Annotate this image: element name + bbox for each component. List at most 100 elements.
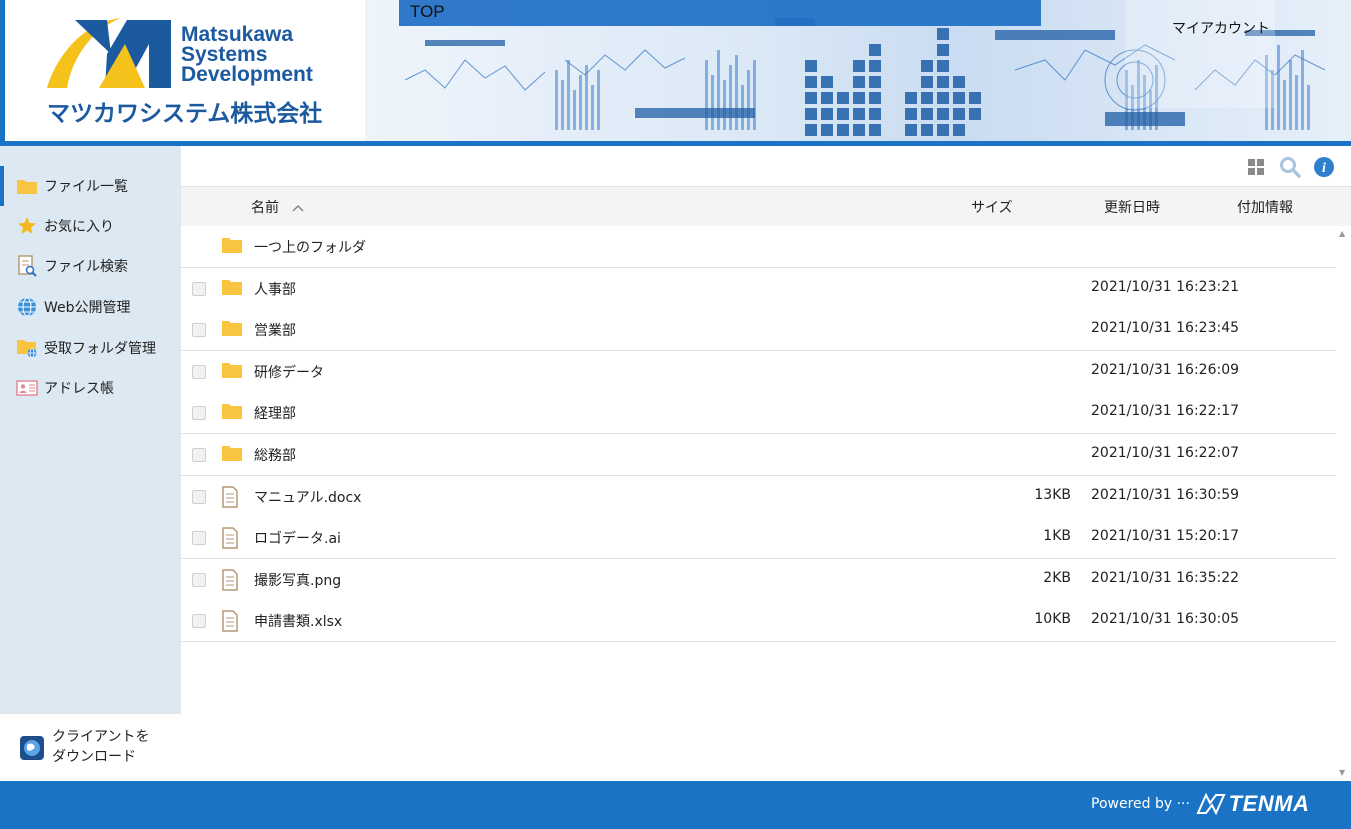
file-row[interactable]: 人事部 2021/10/31 16:23:21 [181, 268, 1336, 310]
file-row[interactable]: 総務部 2021/10/31 16:22:07 [181, 434, 1336, 476]
sidebar-item-label: ファイル検索 [44, 259, 128, 275]
file-name[interactable]: 人事部 [254, 279, 296, 299]
my-account-link[interactable]: マイアカウント [1172, 18, 1270, 38]
info-icon[interactable]: i [1313, 156, 1335, 178]
logo-japanese-name: マツカワシステム株式会社 [47, 101, 323, 127]
file-name[interactable]: 営業部 [254, 320, 296, 340]
row-checkbox[interactable] [192, 614, 206, 628]
sidebar-item-web-publish[interactable]: Web公開管理 [0, 287, 181, 327]
file-modified-date: 2021/10/31 16:30:05 [1091, 611, 1240, 627]
column-name-label: 名前 [251, 200, 279, 216]
file-name[interactable]: 経理部 [254, 403, 296, 423]
file-row[interactable]: 研修データ 2021/10/31 16:26:09 [181, 351, 1336, 393]
sidebar: ファイル一覧 お気に入り ファイル検索 Web公開管理 受取フォルダ管理 アドレ… [0, 146, 181, 782]
sidebar-item-label: 受取フォルダ管理 [44, 341, 156, 357]
logo-line-3: Development [181, 63, 313, 86]
file-modified-date: 2021/10/31 16:35:22 [1091, 570, 1240, 586]
file-modified-date: 2021/10/31 16:26:09 [1091, 362, 1240, 378]
star-icon [16, 216, 38, 236]
file-size: 1KB [1043, 528, 1071, 544]
file-modified-date: 2021/10/31 16:23:21 [1091, 279, 1240, 295]
client-globe-icon [20, 736, 44, 764]
file-toolbar: i [181, 146, 1351, 186]
document-icon [221, 569, 243, 591]
file-name[interactable]: 一つ上のフォルダ [254, 237, 366, 257]
app-header: Matsukawa Systems Development マツカワシステム株式… [0, 0, 1351, 146]
folder-icon [16, 176, 38, 196]
sidebar-item-receive-folder[interactable]: 受取フォルダ管理 [0, 328, 181, 368]
scroll-up-arrow-icon[interactable]: ▲ [1339, 229, 1345, 238]
file-name[interactable]: 研修データ [254, 362, 324, 382]
folder-icon [221, 361, 243, 381]
folder-icon [221, 236, 243, 256]
file-name[interactable]: ロゴデータ.ai [254, 528, 341, 548]
column-modified-header[interactable]: 更新日時 [1104, 197, 1160, 217]
file-list-header: 名前 サイズ 更新日時 付加情報 [181, 186, 1351, 226]
receive-folder-icon [16, 338, 38, 358]
client-download-button[interactable]: クライアントを ダウンロード [0, 713, 181, 781]
file-name[interactable]: マニュアル.docx [254, 487, 361, 507]
file-row[interactable]: 申請書類.xlsx 10KB 2021/10/31 16:30:05 [181, 600, 1336, 642]
grid-view-icon[interactable] [1245, 156, 1267, 178]
file-row[interactable]: ロゴデータ.ai 1KB 2021/10/31 15:20:17 [181, 517, 1336, 559]
sidebar-item-address-book[interactable]: アドレス帳 [0, 368, 181, 408]
file-modified-date: 2021/10/31 16:23:45 [1091, 320, 1240, 336]
file-row[interactable]: 一つ上のフォルダ [181, 226, 1336, 268]
row-checkbox[interactable] [192, 573, 206, 587]
row-checkbox[interactable] [192, 531, 206, 545]
sidebar-item-favorites[interactable]: お気に入り [0, 206, 181, 246]
search-icon[interactable] [1279, 156, 1301, 178]
file-name[interactable]: 申請書類.xlsx [254, 611, 342, 631]
document-icon [221, 486, 243, 508]
row-checkbox[interactable] [192, 406, 206, 420]
file-row[interactable]: 撮影写真.png 2KB 2021/10/31 16:35:22 [181, 559, 1336, 601]
folder-icon [221, 402, 243, 422]
sidebar-item-file-list[interactable]: ファイル一覧 [0, 166, 181, 206]
sidebar-item-file-search[interactable]: ファイル検索 [0, 246, 181, 286]
file-size: 13KB [1034, 487, 1071, 503]
file-modified-date: 2021/10/31 16:30:59 [1091, 487, 1240, 503]
logo-line-1: Matsukawa [181, 23, 294, 46]
tenma-brand-text: TENMA [1228, 791, 1310, 816]
sidebar-item-label: お気に入り [44, 219, 114, 235]
document-icon [221, 527, 243, 549]
file-modified-date: 2021/10/31 16:22:07 [1091, 445, 1240, 461]
folder-icon [221, 319, 243, 339]
file-row[interactable]: 営業部 2021/10/31 16:23:45 [181, 309, 1336, 351]
column-name-header[interactable]: 名前 [251, 197, 305, 217]
company-logo[interactable]: Matsukawa Systems Development マツカワシステム株式… [0, 0, 365, 141]
vertical-scrollbar[interactable] [1336, 226, 1351, 781]
row-checkbox[interactable] [192, 490, 206, 504]
file-name[interactable]: 総務部 [254, 445, 296, 465]
globe-icon [16, 297, 38, 317]
file-row[interactable]: 経理部 2021/10/31 16:22:17 [181, 392, 1336, 434]
row-checkbox[interactable] [192, 282, 206, 296]
tenma-mark-icon [1196, 792, 1226, 816]
client-download-label: クライアントを ダウンロード [52, 727, 149, 767]
file-row[interactable]: マニュアル.docx 13KB 2021/10/31 16:30:59 [181, 476, 1336, 518]
sidebar-item-label: アドレス帳 [44, 381, 114, 397]
sidebar-item-label: ファイル一覧 [44, 179, 128, 195]
file-size: 2KB [1043, 570, 1071, 586]
row-checkbox[interactable] [192, 365, 206, 379]
svg-text:i: i [1322, 161, 1326, 176]
file-modified-date: 2021/10/31 15:20:17 [1091, 528, 1240, 544]
folder-icon [221, 278, 243, 298]
logo-line-2: Systems [181, 43, 268, 66]
logo-mark-icon [47, 18, 171, 88]
tenma-logo[interactable]: TENMA [1196, 791, 1309, 817]
file-size: 10KB [1034, 611, 1071, 627]
top-nav-bar[interactable] [399, 0, 1041, 26]
file-modified-date: 2021/10/31 16:22:17 [1091, 403, 1240, 419]
row-checkbox[interactable] [192, 323, 206, 337]
column-extra-info-header[interactable]: 付加情報 [1237, 197, 1293, 217]
scroll-down-arrow-icon[interactable]: ▼ [1339, 768, 1345, 777]
document-icon [221, 610, 243, 632]
file-search-icon [16, 255, 38, 277]
client-download-line-2: ダウンロード [52, 749, 136, 765]
column-size-header[interactable]: サイズ [971, 197, 1013, 217]
row-checkbox[interactable] [192, 448, 206, 462]
powered-by-label: Powered by ··· [1091, 796, 1190, 812]
top-link[interactable]: TOP [410, 2, 445, 22]
file-name[interactable]: 撮影写真.png [254, 570, 341, 590]
